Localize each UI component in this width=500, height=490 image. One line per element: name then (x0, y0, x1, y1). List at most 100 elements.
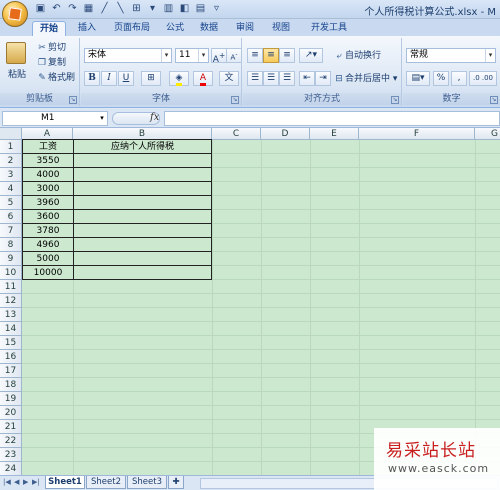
tab-home[interactable]: 开始 (32, 21, 66, 36)
cell-salary[interactable]: 10000 (23, 266, 73, 280)
tab-data[interactable]: 数据 (196, 21, 222, 36)
table-icon[interactable]: ▦ (82, 2, 95, 15)
row-header[interactable]: 17 (0, 364, 22, 378)
orientation-button[interactable]: ↗▾ (299, 48, 323, 63)
prev-sheet-icon[interactable]: ◀ (14, 478, 19, 486)
row-header[interactable]: 22 (0, 434, 22, 448)
align-middle-button[interactable]: ≡ (263, 48, 279, 63)
cell-salary[interactable]: 3000 (23, 182, 73, 196)
align-bottom-button[interactable]: ≡ (279, 48, 295, 63)
diagonal-icon[interactable]: ╲ (114, 2, 127, 15)
row-header[interactable]: 11 (0, 280, 22, 294)
row-header[interactable]: 3 (0, 168, 22, 182)
first-sheet-icon[interactable]: |◀ (3, 478, 11, 486)
cell-salary[interactable]: 3550 (23, 154, 73, 168)
customize-icon[interactable]: ▿ (210, 2, 223, 15)
sheet-tab-1[interactable]: Sheet1 (45, 476, 85, 489)
column-header-e[interactable]: E (310, 128, 359, 140)
font-size-select[interactable]: 11 ▾ (175, 48, 209, 63)
align-center-button[interactable]: ☰ (263, 71, 279, 86)
merge-center-button[interactable]: ⊟ 合并后居中 ▾ (333, 72, 397, 86)
row-header[interactable]: 12 (0, 294, 22, 308)
cell-salary[interactable]: 3600 (23, 210, 73, 224)
cut-button[interactable]: ✂ 剪切 (36, 41, 66, 55)
row-header[interactable]: 13 (0, 308, 22, 322)
cell-salary[interactable]: 3780 (23, 224, 73, 238)
row-header[interactable]: 20 (0, 406, 22, 420)
next-sheet-icon[interactable]: ▶ (23, 478, 28, 486)
italic-button[interactable]: I (101, 71, 117, 86)
row-header[interactable]: 4 (0, 182, 22, 196)
dialog-launcher-icon[interactable]: ↘ (391, 96, 399, 104)
wrap-text-button[interactable]: ⤶ 自动换行 (333, 49, 381, 63)
cell-salary[interactable]: 3960 (23, 196, 73, 210)
dialog-launcher-icon[interactable]: ↘ (69, 96, 77, 104)
number-format-select[interactable]: 常规 ▾ (406, 48, 496, 63)
cell-salary[interactable]: 4960 (23, 238, 73, 252)
percent-button[interactable]: % (433, 71, 449, 86)
chart-icon[interactable]: ▥ (162, 2, 175, 15)
align-top-button[interactable]: ≡ (247, 48, 263, 63)
worksheet-grid[interactable]: A B C D E F G 1 2 3 4 5 6 7 8 9 10 11 12… (0, 128, 500, 475)
row-header[interactable]: 15 (0, 336, 22, 350)
select-all-corner[interactable] (0, 128, 22, 140)
format-painter-button[interactable]: ✎ 格式刷 (36, 71, 75, 85)
comma-button[interactable]: , (451, 71, 467, 86)
tab-page-layout[interactable]: 页面布局 (108, 21, 156, 36)
redo-icon[interactable]: ↷ (66, 2, 79, 15)
tab-view[interactable]: 视图 (268, 21, 294, 36)
shrink-font-button[interactable]: A- (226, 48, 242, 63)
row-header[interactable]: 24 (0, 462, 22, 475)
copy-button[interactable]: ❐ 复制 (36, 56, 66, 70)
dialog-launcher-icon[interactable]: ↘ (490, 96, 498, 104)
tab-formulas[interactable]: 公式 (162, 21, 188, 36)
insert-sheet-button[interactable]: ✚ (168, 476, 184, 489)
tab-insert[interactable]: 插入 (72, 21, 102, 36)
decrease-indent-button[interactable]: ⇤ (299, 71, 315, 86)
align-right-button[interactable]: ☰ (279, 71, 295, 86)
row-header[interactable]: 16 (0, 350, 22, 364)
row-header[interactable]: 1 (0, 140, 22, 154)
line-icon[interactable]: ╱ (98, 2, 111, 15)
cell-b1-header[interactable]: 应纳个人所得税 (74, 140, 211, 154)
tab-review[interactable]: 审阅 (232, 21, 258, 36)
fill-color-button[interactable]: ◈ (169, 71, 189, 86)
office-button[interactable] (2, 1, 28, 27)
borders-button[interactable]: ⊞ (141, 71, 161, 86)
row-header[interactable]: 10 (0, 266, 22, 280)
formula-input[interactable] (164, 111, 500, 126)
column-header-c[interactable]: C (212, 128, 261, 140)
grid-icon[interactable]: ⊞ (130, 2, 143, 15)
row-header[interactable]: 7 (0, 224, 22, 238)
paste-icon[interactable] (6, 42, 26, 64)
row-header[interactable]: 9 (0, 252, 22, 266)
last-sheet-icon[interactable]: ▶| (32, 478, 40, 486)
tab-developer[interactable]: 开发工具 (306, 21, 352, 36)
sheet-tab-3[interactable]: Sheet3 (127, 476, 167, 489)
paste-button[interactable]: 粘贴 (8, 68, 26, 82)
row-header[interactable]: 21 (0, 420, 22, 434)
font-name-select[interactable]: 宋体 ▾ (84, 48, 172, 63)
underline-button[interactable]: U (118, 71, 134, 86)
cell-salary[interactable]: 5000 (23, 252, 73, 266)
currency-button[interactable]: ▤▾ (406, 71, 430, 86)
name-box[interactable]: M1 ▾ (2, 111, 108, 126)
row-header[interactable]: 6 (0, 210, 22, 224)
row-header[interactable]: 8 (0, 238, 22, 252)
decimal-button[interactable]: .0 .00 (469, 71, 497, 86)
undo-icon[interactable]: ↶ (50, 2, 63, 15)
row-header[interactable]: 23 (0, 448, 22, 462)
column-header-f[interactable]: F (359, 128, 475, 140)
insert-function-icon[interactable]: fx (150, 112, 159, 123)
dropdown-icon[interactable]: ▾ (146, 2, 159, 15)
font-color-button[interactable]: A (193, 71, 213, 86)
dialog-launcher-icon[interactable]: ↘ (231, 96, 239, 104)
phonetic-button[interactable]: 文 (219, 71, 239, 86)
shape-icon[interactable]: ◧ (178, 2, 191, 15)
column-header-d[interactable]: D (261, 128, 310, 140)
bold-button[interactable]: B (84, 71, 100, 86)
align-left-button[interactable]: ☰ (247, 71, 263, 86)
grow-font-button[interactable]: A+ (211, 48, 227, 65)
save-icon[interactable]: ▣ (34, 2, 47, 15)
row-header[interactable]: 2 (0, 154, 22, 168)
